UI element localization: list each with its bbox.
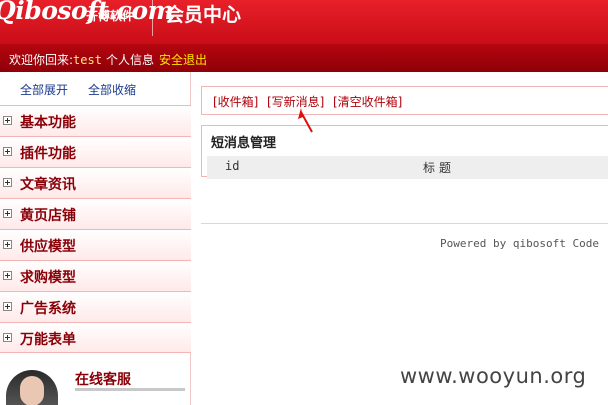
header-divider [152, 0, 153, 36]
logo-subtitle: 齐博软件 [86, 9, 135, 23]
sidebar-menu: 基本功能 插件功能 文章资讯 黄页店铺 供应模型 求购模型 广告系统 万能表单 [0, 105, 191, 353]
sidebar-item-label: 基本功能 [20, 115, 76, 131]
arrow-icon [298, 108, 313, 133]
sidebar-item-label: 广告系统 [20, 301, 76, 317]
message-panel: 短消息管理 id 标题 [201, 125, 608, 179]
page-title: 会员中心 [165, 4, 242, 26]
message-toolbar: [收件箱] [写新消息] [清空收件箱] [201, 86, 608, 115]
plus-box-icon[interactable] [3, 178, 12, 187]
online-service: 在线客服 [0, 362, 191, 405]
service-avatar [6, 370, 58, 405]
service-divider [75, 388, 185, 391]
service-title[interactable]: 在线客服 [75, 369, 131, 389]
plus-box-icon[interactable] [3, 209, 12, 218]
sidebar-item-label: 供应模型 [20, 239, 76, 255]
plus-box-icon[interactable] [3, 116, 12, 125]
sidebar-item-label: 插件功能 [20, 146, 76, 162]
welcome-text: 欢迎你回来:test [9, 51, 102, 68]
table-header: id 标题 [207, 156, 608, 179]
logo[interactable]: Qibosoft.com 齐博软件 [0, 0, 174, 25]
sidebar-item-label: 求购模型 [20, 270, 76, 286]
logout-link[interactable]: 安全退出 [159, 51, 207, 68]
footer-divider [201, 223, 608, 224]
expand-controls: 全部展开 全部收缩 [0, 78, 191, 100]
powered-by: Powered by qibosoft Code [440, 237, 599, 250]
expand-all-link[interactable]: 全部展开 [20, 81, 68, 98]
watermark: www.wooyun.org [400, 364, 587, 388]
plus-box-icon[interactable] [3, 271, 12, 280]
sidebar-item-label: 文章资讯 [20, 177, 76, 193]
sidebar-item-label: 黄页店铺 [20, 208, 76, 224]
welcome-prefix: 欢迎你回来: [9, 53, 74, 67]
plus-box-icon[interactable] [3, 147, 12, 156]
sidebar-item-articles[interactable]: 文章资讯 [0, 167, 191, 198]
inbox-link[interactable]: [收件箱] [213, 93, 258, 110]
plus-box-icon[interactable] [3, 333, 12, 342]
plus-box-icon[interactable] [3, 240, 12, 249]
header: Qibosoft.com 齐博软件 会员中心 [0, 0, 608, 44]
avatar-face [20, 376, 44, 405]
sidebar-item-yellowpages[interactable]: 黄页店铺 [0, 198, 191, 229]
user-bar: 欢迎你回来:test 个人信息 安全退出 [0, 44, 608, 72]
collapse-all-link[interactable]: 全部收缩 [88, 81, 136, 98]
sidebar-item-forms[interactable]: 万能表单 [0, 322, 191, 353]
user-info-link[interactable]: 个人信息 [106, 51, 154, 68]
clear-inbox-link[interactable]: [清空收件箱] [333, 93, 402, 110]
plus-box-icon[interactable] [3, 302, 12, 311]
column-title: 标题 [423, 161, 456, 175]
sidebar-item-label: 万能表单 [20, 332, 76, 348]
sidebar-item-ads[interactable]: 广告系统 [0, 291, 191, 322]
sidebar: 全部展开 全部收缩 基本功能 插件功能 文章资讯 黄页店铺 供应模型 求购模型 … [0, 72, 191, 405]
panel-title: 短消息管理 [211, 136, 277, 151]
column-id: id [225, 159, 240, 173]
sidebar-item-plugins[interactable]: 插件功能 [0, 136, 191, 167]
sidebar-item-purchase[interactable]: 求购模型 [0, 260, 191, 291]
sidebar-item-supply[interactable]: 供应模型 [0, 229, 191, 260]
username: test [73, 53, 102, 67]
sidebar-item-basic[interactable]: 基本功能 [0, 105, 191, 136]
